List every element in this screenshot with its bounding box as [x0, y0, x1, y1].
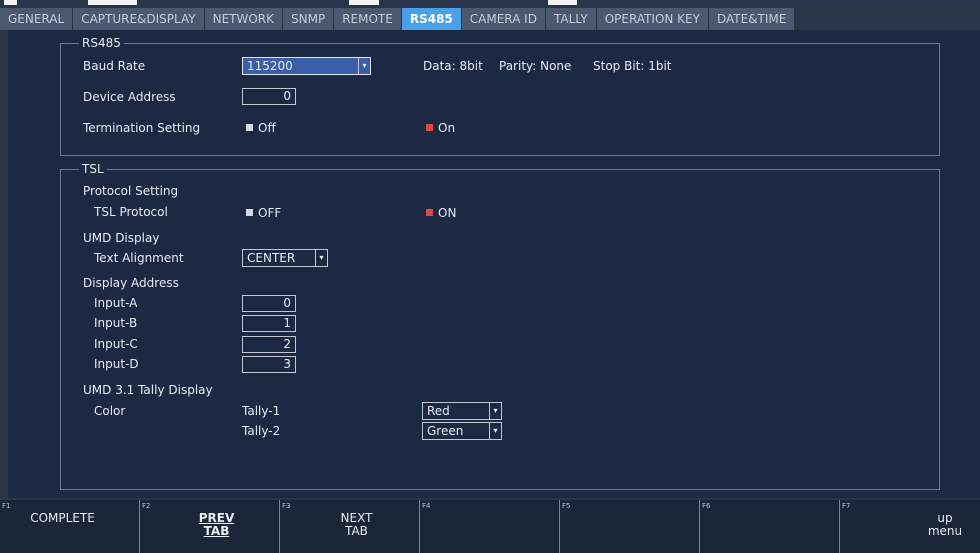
f1-label: COMPLETE [30, 511, 95, 525]
f1-complete-button[interactable]: F1 COMPLETE [0, 500, 140, 553]
input-b-field[interactable]: 1 [242, 315, 296, 332]
settings-panel: RS485 Baud Rate 115200 ▾ Data: 8bit Pari… [8, 30, 980, 498]
text-alignment-dropdown[interactable]: CENTER ▾ [242, 249, 328, 267]
rs485-title: RS485 [79, 36, 124, 50]
tally2-color-value: Green [427, 424, 464, 438]
termination-off-label: Off [258, 121, 276, 135]
input-a-label: Input-A [94, 296, 138, 310]
rs485-group: RS485 Baud Rate 115200 ▾ Data: 8bit Pari… [60, 36, 940, 156]
termination-label: Termination Setting [83, 121, 201, 135]
f7-number: F7 [842, 502, 851, 510]
tab-camera-id[interactable]: CAMERA ID [461, 8, 546, 30]
f6-button[interactable]: F6 [700, 500, 840, 553]
protocol-setting-label: Protocol Setting [83, 184, 179, 198]
text-alignment-value: CENTER [247, 251, 296, 265]
baud-rate-value: 115200 [247, 59, 293, 73]
status-mark [4, 0, 17, 5]
checkbox-checked-icon [426, 209, 433, 216]
tab-network[interactable]: NETWORK [204, 8, 284, 30]
status-mark [349, 0, 379, 5]
device-address-field[interactable]: 0 [242, 88, 296, 105]
stopbit-info: Stop Bit: 1bit [593, 59, 672, 73]
status-mark [548, 0, 577, 5]
tab-capture-display[interactable]: CAPTURE&DISPLAY [73, 8, 205, 30]
f2-prev-tab-button[interactable]: F2 PREV TAB [140, 500, 280, 553]
tally1-color-dropdown[interactable]: Red ▾ [422, 402, 502, 420]
f2-label-line2: TAB [203, 524, 230, 538]
checkbox-icon [246, 209, 253, 216]
termination-off-option[interactable]: Off [246, 120, 276, 136]
top-strip [0, 0, 980, 8]
data-info: Data: 8bit [423, 59, 483, 73]
status-mark [88, 0, 137, 5]
tsl-protocol-label: TSL Protocol [94, 205, 168, 219]
text-alignment-label: Text Alignment [94, 251, 184, 265]
chevron-down-icon: ▾ [489, 423, 501, 439]
input-a-field[interactable]: 0 [242, 295, 296, 312]
chevron-down-icon: ▾ [489, 403, 501, 419]
display-address-label: Display Address [83, 276, 179, 290]
tab-remote[interactable]: REMOTE [334, 8, 402, 30]
device-address-label: Device Address [83, 90, 176, 104]
umd-display-label: UMD Display [83, 231, 160, 245]
input-b-label: Input-B [94, 316, 138, 330]
termination-on-label: On [438, 121, 456, 135]
input-d-field[interactable]: 3 [242, 356, 296, 373]
checkbox-icon [246, 124, 253, 131]
input-c-field[interactable]: 2 [242, 336, 296, 353]
f7-up-menu-button[interactable]: F7 up menu [840, 500, 980, 553]
tab-tally[interactable]: TALLY [545, 8, 597, 30]
chevron-down-icon: ▾ [358, 58, 370, 74]
f3-label-line2: TAB [345, 524, 368, 538]
tab-operation-key[interactable]: OPERATION KEY [596, 8, 709, 30]
f7-label-line2: menu [927, 524, 963, 538]
tally2-label: Tally-2 [242, 424, 281, 438]
f3-next-tab-button[interactable]: F3 NEXT TAB [280, 500, 420, 553]
chevron-down-icon: ▾ [315, 250, 327, 266]
parity-info: Parity: None [499, 59, 572, 73]
tally2-color-dropdown[interactable]: Green ▾ [422, 422, 502, 440]
f4-number: F4 [422, 502, 431, 510]
tally-display-label: UMD 3.1 Tally Display [83, 383, 213, 397]
tab-general[interactable]: GENERAL [0, 8, 74, 30]
tab-snmp[interactable]: SNMP [283, 8, 335, 30]
input-d-label: Input-D [94, 357, 139, 371]
tsl-off-label: OFF [258, 206, 282, 220]
checkbox-checked-icon [426, 124, 433, 131]
function-key-bar: F1 COMPLETE F2 PREV TAB F3 NEXT TAB F4 F… [0, 500, 980, 553]
f5-button[interactable]: F5 [560, 500, 700, 553]
f3-number: F3 [282, 502, 291, 510]
f5-number: F5 [562, 502, 571, 510]
baud-rate-dropdown[interactable]: 115200 ▾ [242, 57, 371, 75]
tab-date-time[interactable]: DATE&TIME [708, 8, 796, 30]
tsl-off-option[interactable]: OFF [246, 205, 281, 221]
tab-rs485[interactable]: RS485 [401, 8, 462, 30]
tsl-title: TSL [79, 162, 107, 176]
termination-on-option[interactable]: On [426, 120, 455, 136]
input-c-label: Input-C [94, 337, 138, 351]
color-label: Color [94, 404, 126, 418]
tally1-label: Tally-1 [242, 404, 281, 418]
tsl-on-option[interactable]: ON [426, 205, 456, 221]
tally1-color-value: Red [427, 404, 450, 418]
tsl-group: TSL Protocol Setting TSL Protocol OFF ON… [60, 162, 940, 490]
tab-bar: GENERAL CAPTURE&DISPLAY NETWORK SNMP REM… [0, 8, 796, 30]
f6-number: F6 [702, 502, 711, 510]
tsl-on-label: ON [438, 206, 457, 220]
f4-button[interactable]: F4 [420, 500, 560, 553]
f1-number: F1 [2, 502, 11, 510]
f2-number: F2 [142, 502, 151, 510]
baud-rate-label: Baud Rate [83, 59, 146, 73]
